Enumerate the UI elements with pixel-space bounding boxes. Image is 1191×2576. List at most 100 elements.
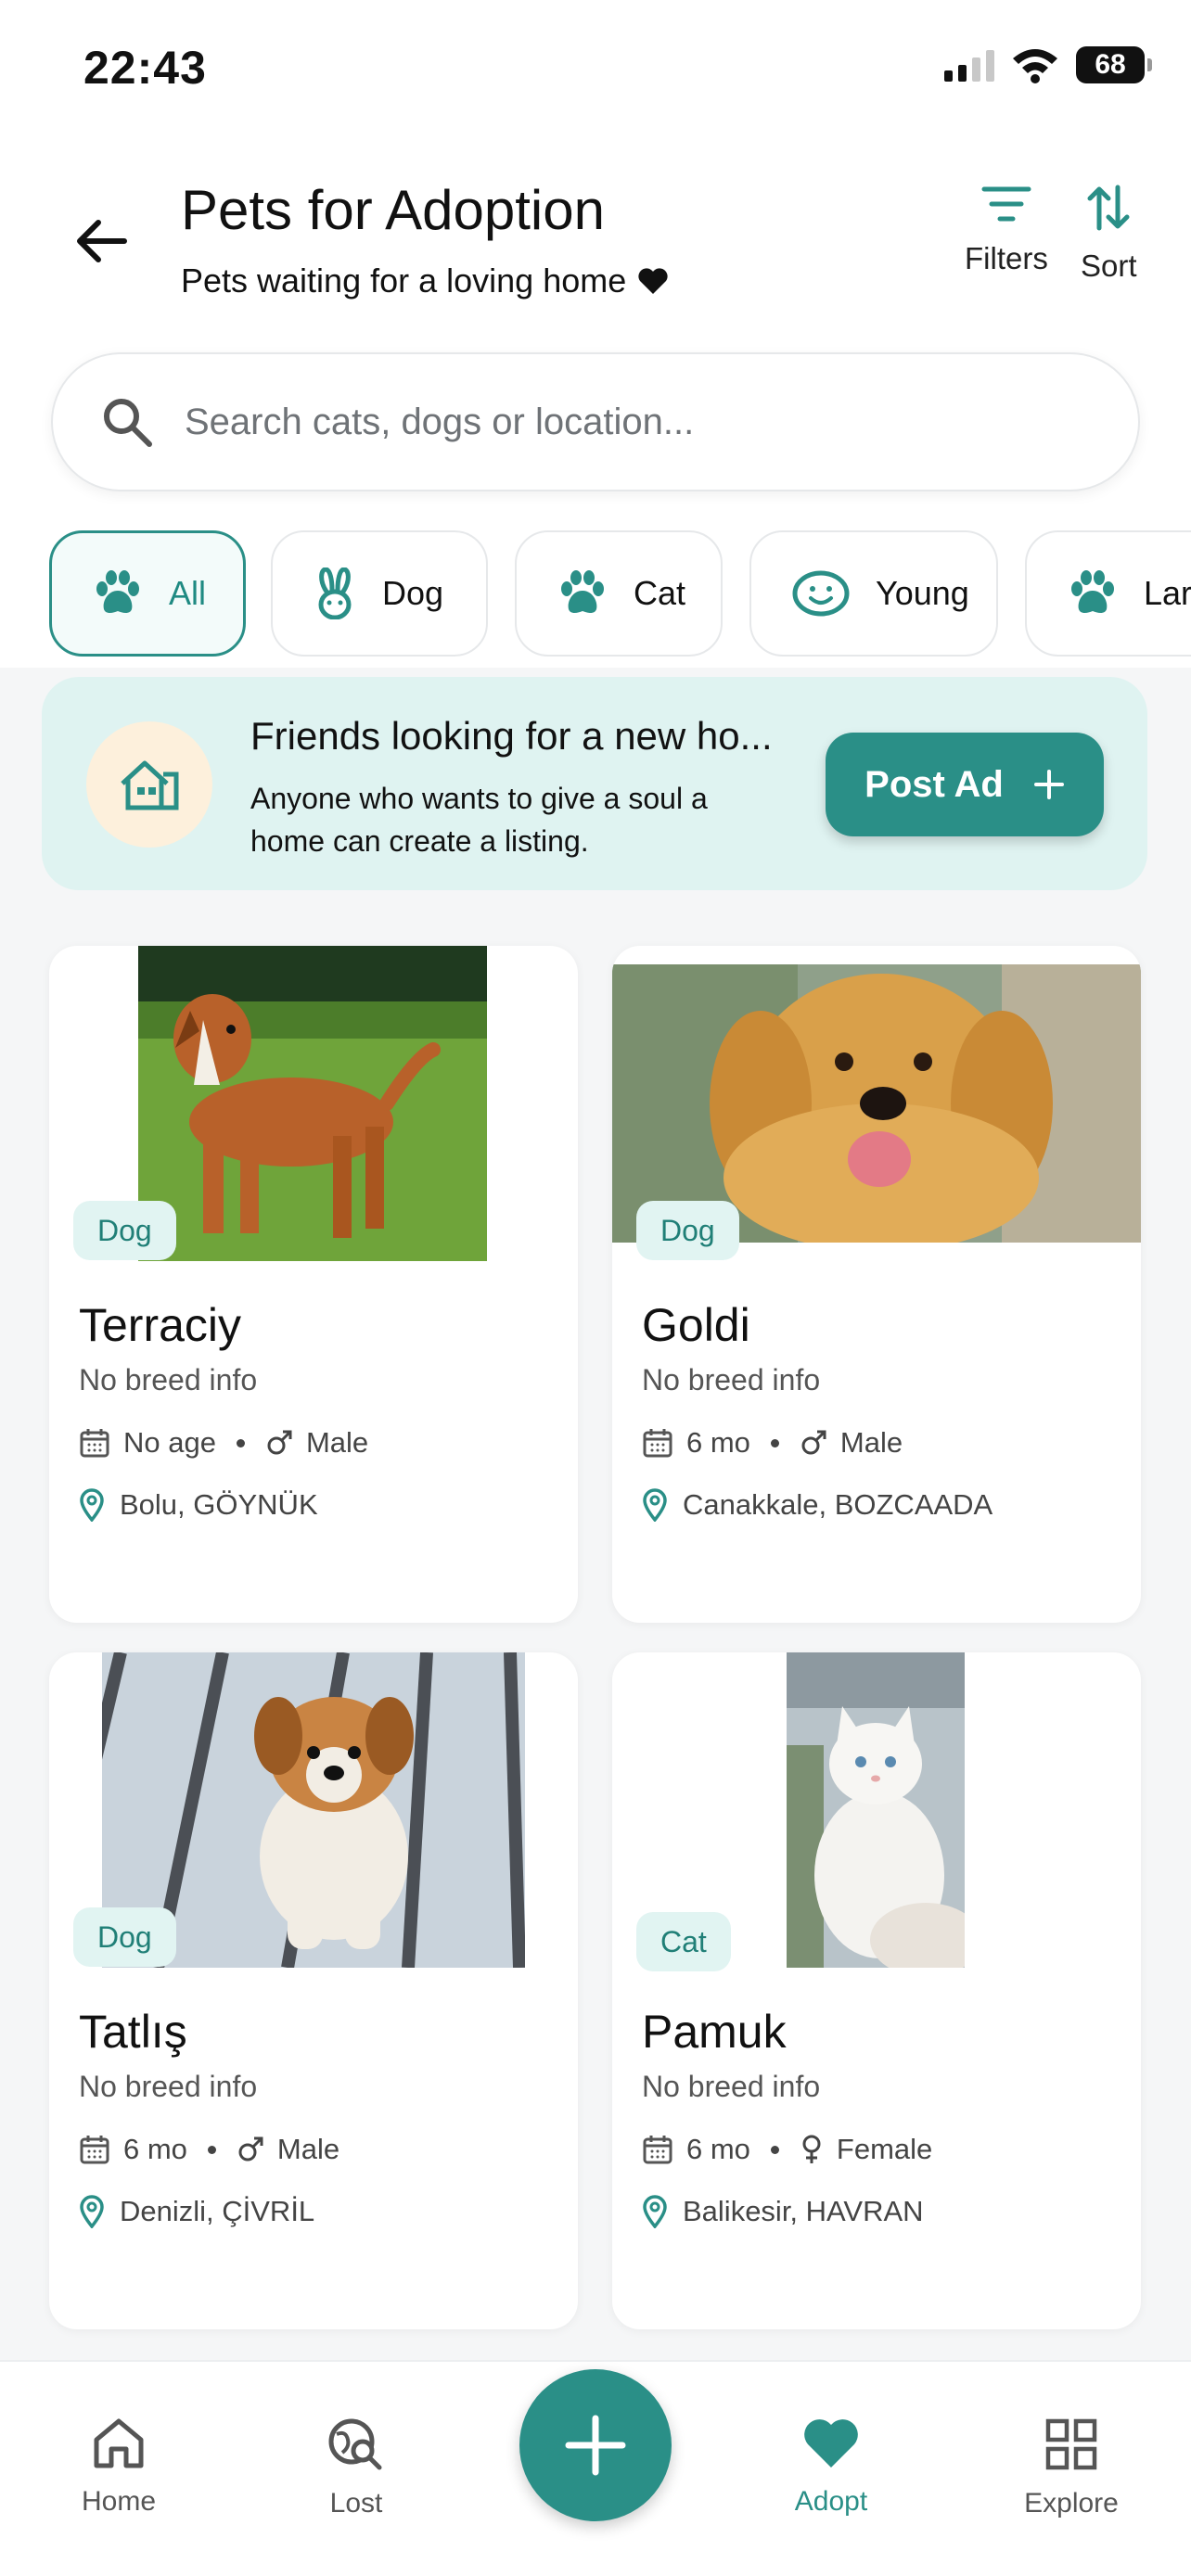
back-button[interactable] <box>65 204 139 278</box>
pet-card[interactable]: Dog Goldi No breed info 6 mo Male Canakk… <box>612 946 1141 1623</box>
pet-name: Goldi <box>642 1299 750 1351</box>
location-pin-icon <box>643 2195 667 2228</box>
status-indicators: 68 <box>944 46 1152 83</box>
signal-icon <box>944 48 994 82</box>
location-pin-icon <box>80 1488 104 1522</box>
smile-icon <box>792 570 850 617</box>
search-input[interactable] <box>185 401 1019 443</box>
banner-badge <box>86 721 212 848</box>
heart-icon <box>638 268 668 294</box>
screen: 22:43 68 Pets for Adoption Pets waiting … <box>0 0 1191 2576</box>
nav-label: Explore <box>1024 2488 1119 2519</box>
pet-location-text: Denizli, ÇİVRİL <box>120 2195 315 2227</box>
subtitle-text: Pets waiting for a loving home <box>181 261 627 300</box>
chip-label: Dog <box>382 574 444 612</box>
chip-cat[interactable]: Cat <box>515 530 723 657</box>
post-ad-label: Post Ad <box>864 763 1004 805</box>
pet-location-text: Canakkale, BOZCAADA <box>683 1488 993 1521</box>
separator-dot <box>770 2145 779 2154</box>
pet-type-tag: Dog <box>73 1907 176 1967</box>
search-icon <box>104 399 152 447</box>
banner-text: Anyone who wants to give a soul a home c… <box>250 782 708 858</box>
pet-breed: No breed info <box>642 2070 821 2103</box>
wifi-icon <box>1013 49 1057 83</box>
chip-dog[interactable]: Dog <box>271 530 488 657</box>
page-title: Pets for Adoption <box>181 179 605 241</box>
calendar-icon <box>643 2136 672 2164</box>
separator-dot <box>770 1438 779 1447</box>
chip-large[interactable]: Lar <box>1025 530 1191 657</box>
male-icon <box>267 1430 292 1455</box>
pet-meta: No age Male <box>79 1426 368 1460</box>
lost-search-icon <box>328 2418 382 2470</box>
arrow-left-icon <box>77 220 127 262</box>
separator-dot <box>236 1438 245 1447</box>
pet-meta: 6 mo Male <box>642 1426 903 1460</box>
search-bar[interactable] <box>51 352 1140 491</box>
location-pin-icon <box>80 2195 104 2228</box>
battery-indicator: 68 <box>1076 46 1152 83</box>
nav-label: Lost <box>329 2488 383 2519</box>
male-icon <box>801 1430 826 1455</box>
chip-all[interactable]: All <box>49 530 246 657</box>
paw-icon <box>96 570 139 613</box>
plus-icon <box>565 2415 626 2476</box>
pet-sex: Male <box>305 1426 369 1459</box>
chip-label: Cat <box>634 574 686 612</box>
pet-location: Canakkale, BOZCAADA <box>642 1488 992 1522</box>
chip-label: Young <box>876 574 969 612</box>
location-pin-icon <box>643 1488 667 1522</box>
nav-label: Home <box>81 2486 157 2517</box>
separator-dot <box>207 2145 216 2154</box>
pet-age: 6 mo <box>686 2133 750 2165</box>
paw-icon <box>561 570 604 613</box>
chip-label: Lar <box>1144 574 1191 612</box>
calendar-icon <box>80 1429 109 1458</box>
pet-age: 6 mo <box>686 1426 750 1459</box>
pet-photo <box>787 1652 965 1968</box>
post-ad-banner: Friends looking for a new ho... Anyone w… <box>42 677 1147 890</box>
pet-location-text: Balikesir, HAVRAN <box>683 2195 924 2227</box>
grid-icon <box>1045 2418 1097 2470</box>
search-section <box>0 325 1191 519</box>
pet-location: Denizli, ÇİVRİL <box>79 2195 314 2228</box>
pet-type-tag: Cat <box>636 1912 731 1971</box>
filter-icon <box>981 186 1031 222</box>
pet-sex: Female <box>836 2133 933 2165</box>
chip-label: All <box>169 574 207 612</box>
nav-lost[interactable]: Lost <box>263 2417 449 2519</box>
nav-home[interactable]: Home <box>26 2417 211 2518</box>
pet-breed: No breed info <box>79 2070 258 2103</box>
nav-adopt[interactable]: Adopt <box>738 2417 924 2518</box>
pet-age: No age <box>123 1426 216 1459</box>
chip-young[interactable]: Young <box>749 530 998 657</box>
calendar-icon <box>80 2136 109 2164</box>
sort-button[interactable]: Sort <box>1081 184 1137 284</box>
calendar-icon <box>643 1429 672 1458</box>
bunny-icon <box>318 567 352 619</box>
pet-location-text: Bolu, GÖYNÜK <box>120 1488 318 1521</box>
pet-card[interactable]: Cat Pamuk No breed info 6 mo Female Bali… <box>612 1652 1141 2329</box>
post-ad-button[interactable]: Post Ad <box>826 733 1104 836</box>
filters-button[interactable]: Filters <box>965 184 1048 276</box>
pet-age: 6 mo <box>123 2133 187 2165</box>
banner-title: Friends looking for a new ho... <box>250 714 773 758</box>
filters-label: Filters <box>965 241 1048 275</box>
pet-name: Tatlış <box>79 2006 187 2058</box>
sort-icon <box>1087 185 1130 231</box>
pet-card[interactable]: Dog Terraciy No breed info No age Male B… <box>49 946 578 1623</box>
pet-card[interactable]: Dog Tatlış No breed info 6 mo Male Deniz… <box>49 1652 578 2329</box>
status-bar: 22:43 68 <box>0 0 1191 139</box>
pet-photo <box>138 946 487 1261</box>
heart-icon <box>804 2419 858 2468</box>
plus-icon <box>1033 770 1064 799</box>
pet-name: Pamuk <box>642 2006 787 2058</box>
pet-type-tag: Dog <box>73 1201 176 1260</box>
pet-breed: No breed info <box>79 1363 258 1396</box>
paw-icon <box>1071 570 1114 613</box>
pet-location: Bolu, GÖYNÜK <box>79 1488 318 1522</box>
add-listing-button[interactable] <box>519 2369 672 2521</box>
category-chips: All Dog Cat Young Lar <box>0 519 1191 668</box>
pet-meta: 6 mo Male <box>79 2133 339 2166</box>
nav-explore[interactable]: Explore <box>979 2417 1164 2519</box>
